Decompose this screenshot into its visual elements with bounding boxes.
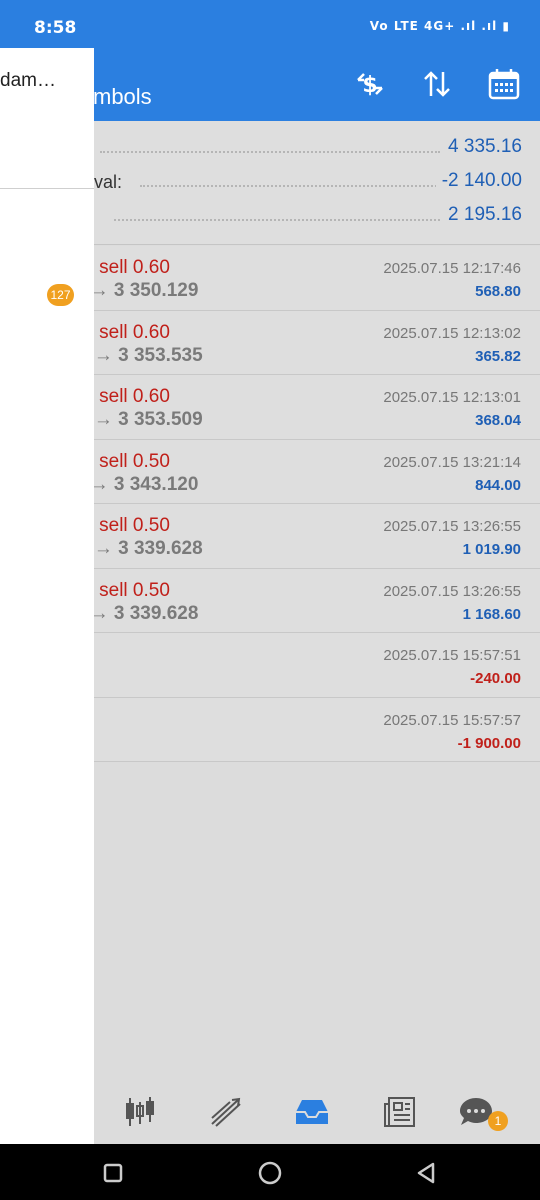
deal-time: 2025.07.15 13:26:55 bbox=[383, 582, 521, 600]
circle-icon bbox=[258, 1161, 282, 1185]
deal-profit: 1 019.90 bbox=[462, 541, 521, 558]
chat-badge: 1 bbox=[488, 1111, 508, 1131]
inbox-icon bbox=[296, 1100, 328, 1124]
deal-profit: 1 168.60 bbox=[462, 605, 521, 623]
status-icons: Vo LTE 4G+ .ıl .ıl ▮ bbox=[369, 19, 510, 33]
summary-label: val: bbox=[94, 172, 123, 192]
deal-profit: -1 900.00 bbox=[457, 734, 521, 752]
sort-icon[interactable] bbox=[419, 66, 455, 102]
deal-profit: 844.00 bbox=[475, 476, 521, 494]
status-time: 8:58 bbox=[34, 18, 77, 38]
tab-trade[interactable] bbox=[206, 1092, 246, 1132]
status-bar: 8:58 Vo LTE 4G+ .ıl .ıl ▮ bbox=[0, 0, 540, 48]
deal-time: 2025.07.15 15:57:51 bbox=[383, 647, 521, 664]
trade-chart-icon bbox=[211, 1097, 241, 1127]
back-triangle-icon bbox=[417, 1162, 435, 1184]
news-icon bbox=[384, 1097, 415, 1127]
summary-value: 2 195.16 bbox=[442, 204, 522, 226]
tab-history[interactable] bbox=[292, 1092, 332, 1132]
deal-prices: ) → 3 343.120 bbox=[78, 473, 199, 495]
deposit-withdraw-filter-icon[interactable]: $ bbox=[352, 66, 388, 102]
deal-time: 2025.07.15 12:13:01 bbox=[383, 389, 521, 406]
deal-prices: ) → 3 339.628 bbox=[78, 602, 199, 624]
deal-profit: 365.82 bbox=[475, 347, 521, 365]
candlestick-icon bbox=[126, 1097, 154, 1126]
deal-prices: ) → 3 350.129 bbox=[78, 280, 199, 301]
deal-time: 2025.07.15 15:57:57 bbox=[383, 711, 521, 729]
recents-button[interactable] bbox=[100, 1160, 126, 1186]
dotted-leader bbox=[114, 219, 440, 221]
summary-value: 4 335.16 bbox=[442, 136, 522, 158]
deal-profit: -240.00 bbox=[470, 670, 521, 687]
svg-text:$: $ bbox=[362, 73, 377, 98]
deal-prices: 2 → 3 353.535 bbox=[78, 344, 203, 366]
deal-prices: 3 → 3 353.509 bbox=[78, 409, 203, 430]
deal-time: 2025.07.15 13:21:14 bbox=[383, 453, 521, 471]
deal-side: sell 0.60 bbox=[99, 321, 170, 343]
deal-profit: 568.80 bbox=[475, 283, 521, 300]
drawer-divider bbox=[0, 188, 94, 189]
calendar-icon[interactable] bbox=[486, 66, 522, 102]
dotted-leader bbox=[140, 185, 440, 187]
deal-profit: 368.04 bbox=[475, 412, 521, 429]
drawer-badge: 127 bbox=[47, 284, 74, 306]
deal-prices: 5 → 3 339.628 bbox=[78, 538, 203, 559]
deal-time: 2025.07.15 12:13:02 bbox=[383, 324, 521, 342]
navigation-drawer[interactable]: dam… bbox=[0, 48, 94, 1144]
deal-side: sell 0.60 bbox=[99, 257, 170, 278]
back-button[interactable] bbox=[413, 1160, 439, 1186]
dotted-leader bbox=[100, 151, 440, 153]
tab-news[interactable] bbox=[380, 1092, 420, 1132]
home-button[interactable] bbox=[257, 1160, 283, 1186]
deal-side: sell 0.50 bbox=[99, 515, 170, 536]
deal-time: 2025.07.15 12:17:46 bbox=[383, 260, 521, 277]
deal-side: sell 0.50 bbox=[99, 579, 170, 601]
system-nav-bar bbox=[0, 1144, 540, 1200]
deal-side: sell 0.50 bbox=[99, 450, 170, 472]
deal-time: 2025.07.15 13:26:55 bbox=[383, 518, 521, 535]
summary-value: -2 140.00 bbox=[435, 170, 522, 192]
drawer-account-name[interactable]: dam… bbox=[0, 70, 56, 92]
square-icon bbox=[103, 1163, 123, 1183]
tab-quotes[interactable] bbox=[120, 1092, 160, 1132]
deal-side: sell 0.60 bbox=[99, 386, 170, 407]
